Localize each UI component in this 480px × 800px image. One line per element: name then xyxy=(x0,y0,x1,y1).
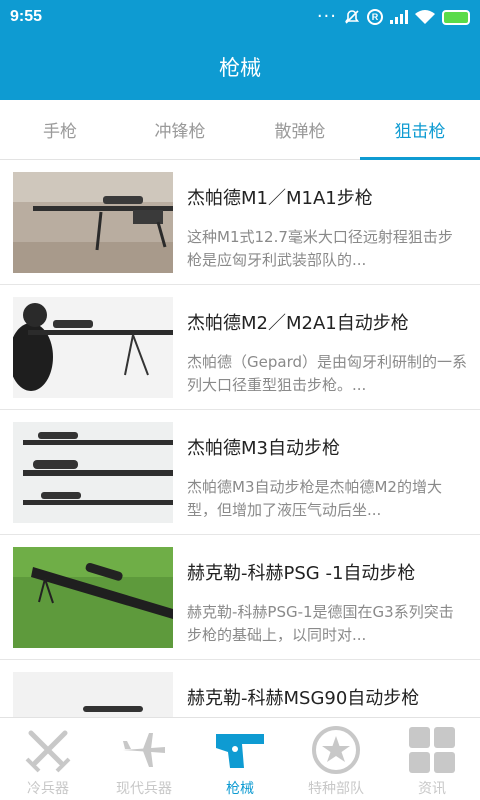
item-description: 这种M1式12.7毫米大口径远射程狙击步枪是应匈牙利武装部队的... xyxy=(187,228,453,269)
tab-sniper-rifle[interactable]: 狙击枪 xyxy=(360,100,480,160)
nav-label: 枪械 xyxy=(226,781,254,797)
wifi-icon xyxy=(415,9,435,24)
list-item[interactable]: 赫克勒-科赫MSG90自动步枪 xyxy=(0,660,480,717)
nav-firearms[interactable]: 枪械 xyxy=(192,718,288,800)
more-notifications-icon: ··· xyxy=(316,6,337,27)
item-description: 赫克勒-科赫PSG-1是德国在G3系列突击步枪的基础上，以同时对... xyxy=(187,603,454,644)
status-icons: ··· R xyxy=(316,6,470,27)
bottom-navigation: 冷兵器 现代兵器 枪械 特种部队 资讯 xyxy=(0,717,480,800)
list-item[interactable]: 赫克勒-科赫PSG -1自动步枪 赫克勒-科赫PSG-1是德国在G3系列突击步枪… xyxy=(0,535,480,660)
tab-pistol[interactable]: 手枪 xyxy=(0,100,120,159)
battery-icon xyxy=(442,9,470,25)
weapon-thumbnail xyxy=(13,422,173,523)
weapon-thumbnail xyxy=(13,672,173,717)
item-description: 杰帕德M3自动步枪是杰帕德M2的增大型，但增加了液压气动后坐... xyxy=(187,478,442,519)
tab-submachine-gun[interactable]: 冲锋枪 xyxy=(120,100,240,159)
status-time: 9:55 xyxy=(10,8,43,25)
category-tabs: 手枪 冲锋枪 散弹枪 狙击枪 xyxy=(0,100,480,160)
mute-bell-icon xyxy=(344,10,360,24)
status-bar: 9:55 ··· R xyxy=(0,0,480,34)
weapon-thumbnail xyxy=(13,172,173,273)
list-item[interactable]: 杰帕德M2／M2A1自动步枪 杰帕德（Gepard）是由匈牙利研制的一系列大口径… xyxy=(0,285,480,410)
nav-modern-weapons[interactable]: 现代兵器 xyxy=(96,718,192,800)
page-title: 枪械 xyxy=(219,56,261,80)
grid-icon xyxy=(406,724,458,776)
weapon-list: 杰帕德M1／M1A1步枪 这种M1式12.7毫米大口径远射程狙击步枪是应匈牙利武… xyxy=(0,160,480,717)
item-title: 赫克勒-科赫PSG -1自动步枪 xyxy=(187,563,416,584)
app-bar: 枪械 xyxy=(0,34,480,100)
list-item[interactable]: 杰帕德M3自动步枪 杰帕德M3自动步枪是杰帕德M2的增大型，但增加了液压气动后坐… xyxy=(0,410,480,535)
special-forces-badge-icon xyxy=(310,724,362,776)
crossed-swords-icon xyxy=(22,724,74,776)
list-item[interactable]: 杰帕德M1／M1A1步枪 这种M1式12.7毫米大口径远射程狙击步枪是应匈牙利武… xyxy=(0,160,480,285)
item-title: 赫克勒-科赫MSG90自动步枪 xyxy=(187,688,420,709)
item-title: 杰帕德M1／M1A1步枪 xyxy=(187,188,373,209)
item-description: 杰帕德（Gepard）是由匈牙利研制的一系列大口径重型狙击步枪。... xyxy=(187,353,467,394)
nav-special-forces[interactable]: 特种部队 xyxy=(288,718,384,800)
nav-cold-weapons[interactable]: 冷兵器 xyxy=(0,718,96,800)
weapon-thumbnail xyxy=(13,547,173,648)
weapon-thumbnail xyxy=(13,297,173,398)
nav-label: 现代兵器 xyxy=(116,781,172,797)
nav-label: 资讯 xyxy=(418,781,446,797)
nav-label: 特种部队 xyxy=(308,781,364,797)
tab-shotgun[interactable]: 散弹枪 xyxy=(240,100,360,159)
item-title: 杰帕德M2／M2A1自动步枪 xyxy=(187,313,409,334)
pistol-icon xyxy=(214,724,266,776)
airplane-icon xyxy=(118,724,170,776)
nav-news[interactable]: 资讯 xyxy=(384,718,480,800)
registered-icon: R xyxy=(367,9,383,25)
nav-label: 冷兵器 xyxy=(27,781,69,797)
signal-icon xyxy=(390,10,408,24)
item-title: 杰帕德M3自动步枪 xyxy=(187,438,340,459)
